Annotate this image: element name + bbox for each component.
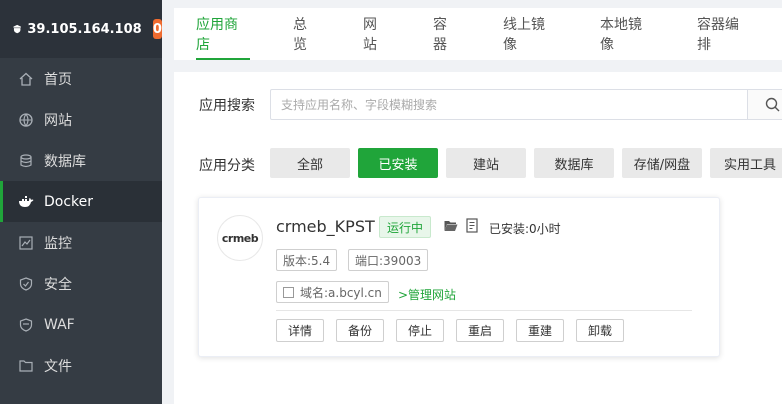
sidebar-item-label: 监控 [44, 235, 72, 252]
category-website[interactable]: 建站 [446, 148, 526, 178]
uninstall-button[interactable]: 卸载 [576, 319, 624, 342]
sidebar-item-security[interactable]: 安全 [0, 263, 162, 304]
server-header: 39.105.164.108 0 [0, 0, 162, 58]
search-placeholder: 支持应用名称、字段模糊搜索 [281, 98, 438, 112]
category-installed[interactable]: 已安装 [358, 148, 438, 178]
sidebar-item-website[interactable]: 网站 [0, 99, 162, 140]
app-card: crmeb crmeb_KPST 运行中 已安装:0小时 版本:5.4 端口:3… [198, 197, 720, 357]
status-badge: 运行中 [379, 216, 432, 238]
folder-icon [18, 358, 34, 374]
link-icon [283, 286, 294, 298]
tab-compose[interactable]: 容器编排 [697, 8, 751, 60]
category-storage[interactable]: 存储/网盘 [622, 148, 702, 178]
port-tag: 端口:39003 [348, 249, 429, 271]
category-label: 应用分类 [199, 158, 255, 174]
sidebar-item-monitor[interactable]: 监控 [0, 222, 162, 263]
version-tag: 版本:5.4 [276, 249, 338, 271]
domain-text: 域名:a.bcyl.cn [300, 285, 382, 300]
log-icon[interactable] [466, 218, 479, 233]
app-name: crmeb_KPST [276, 217, 375, 236]
sidebar-item-label: 数据库 [44, 153, 86, 170]
search-icon [765, 97, 779, 112]
sidebar-item-label: 首页 [44, 71, 72, 88]
globe-icon [18, 112, 34, 128]
domain-tag: 域名:a.bcyl.cn [276, 281, 389, 303]
tab-online-images[interactable]: 线上镜像 [503, 8, 557, 60]
sidebar-item-label: Docker [44, 193, 94, 210]
tab-overview[interactable]: 总览 [293, 8, 320, 60]
rebuild-button[interactable]: 重建 [516, 319, 564, 342]
docker-icon [18, 194, 34, 210]
home-icon [18, 71, 34, 87]
manage-website-link[interactable]: >管理网站 [398, 286, 456, 303]
app-store-panel: 应用搜索 支持应用名称、字段模糊搜索 应用分类 全部 已安装 建站 数据库 存储… [174, 72, 782, 404]
server-logo-icon [13, 24, 21, 34]
installed-time: 已安装:0小时 [489, 222, 561, 236]
tab-app-store[interactable]: 应用商店 [196, 8, 250, 60]
sidebar: 39.105.164.108 0 首页 网站 数据库 Docker 监控 安全 … [0, 0, 162, 404]
top-tabs: 应用商店 总览 网站 容器 线上镜像 本地镜像 容器编排 [174, 8, 782, 60]
server-ip[interactable]: 39.105.164.108 [27, 22, 141, 37]
tab-website[interactable]: 网站 [363, 8, 390, 60]
shield-icon [18, 276, 34, 292]
database-icon [18, 153, 34, 169]
category-tools[interactable]: 实用工具 [710, 148, 782, 178]
category-all[interactable]: 全部 [270, 148, 350, 178]
sidebar-item-files[interactable]: 文件 [0, 345, 162, 386]
restart-button[interactable]: 重启 [456, 319, 504, 342]
search-button[interactable] [747, 89, 782, 120]
app-logo: crmeb [217, 215, 263, 261]
sidebar-item-database[interactable]: 数据库 [0, 140, 162, 181]
category-database[interactable]: 数据库 [534, 148, 614, 178]
sidebar-item-label: 文件 [44, 358, 72, 375]
tab-container[interactable]: 容器 [433, 8, 460, 60]
backup-button[interactable]: 备份 [336, 319, 384, 342]
sidebar-item-docker[interactable]: Docker [0, 181, 162, 222]
divider [276, 310, 692, 311]
sidebar-nav: 首页 网站 数据库 Docker 监控 安全 WAF 文件 [0, 58, 162, 386]
sidebar-item-label: WAF [44, 316, 75, 333]
search-input[interactable]: 支持应用名称、字段模糊搜索 [270, 89, 750, 120]
details-button[interactable]: 详情 [276, 319, 324, 342]
monitor-icon [18, 235, 34, 251]
sidebar-item-home[interactable]: 首页 [0, 58, 162, 99]
search-label: 应用搜索 [199, 98, 255, 114]
sidebar-item-label: 网站 [44, 112, 72, 129]
sidebar-item-waf[interactable]: WAF [0, 304, 162, 345]
sidebar-item-label: 安全 [44, 276, 72, 293]
notification-badge[interactable]: 0 [152, 19, 162, 39]
stop-button[interactable]: 停止 [396, 319, 444, 342]
waf-icon [18, 317, 34, 333]
tab-local-images[interactable]: 本地镜像 [600, 8, 654, 60]
open-folder-icon[interactable] [444, 220, 458, 232]
